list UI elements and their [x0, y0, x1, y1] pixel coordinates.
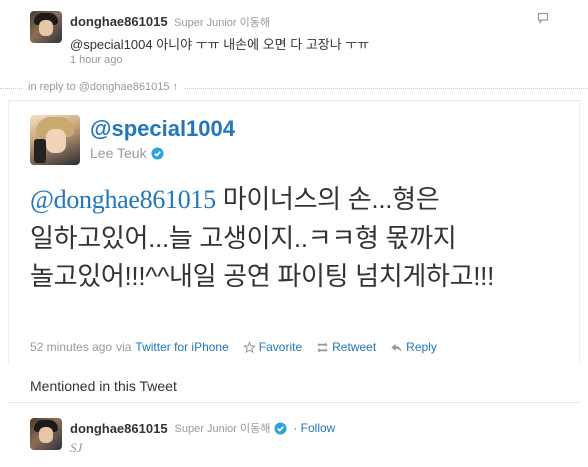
mention-link[interactable]: @donghae861015 [30, 185, 216, 214]
full-name: Super Junior 이동해 [174, 423, 271, 435]
main-screen-name[interactable]: @special1004 [90, 116, 235, 142]
avatar[interactable] [30, 115, 80, 165]
full-name: Super Junior 이동해 [174, 17, 270, 29]
comment-icon[interactable] [537, 12, 549, 24]
follow-button[interactable]: · Follow [293, 421, 335, 435]
retweet-icon [317, 341, 328, 353]
in-reply-to-link[interactable]: in reply to @donghae861015 ↑ [22, 81, 184, 93]
reply-tweet-text: @special1004 아니야 ㅜㅠ 내손에 오면 다 고장나 ㅜㅠ [70, 37, 370, 52]
mentioned-heading: Mentioned in this Tweet [30, 378, 177, 394]
main-full-name-row: Lee Teuk [90, 145, 164, 161]
tweet-timestamp[interactable]: 52 minutes ago [30, 340, 112, 354]
verified-icon [274, 421, 287, 435]
favorite-label: Favorite [258, 340, 303, 354]
avatar[interactable] [30, 418, 62, 450]
mentioned-user-line: donghae861015 Super Junior 이동해 · Follow [70, 420, 335, 436]
full-name: Lee Teuk [90, 145, 147, 161]
retweet-button[interactable]: Retweet [316, 340, 376, 354]
reply-button[interactable]: Reply [390, 340, 437, 354]
screen-name[interactable]: donghae861015 [70, 421, 168, 436]
tweet-text: @donghae861015 마이너스의 손...형은 일하고있어...늘 고생… [30, 180, 560, 295]
user-bio: SJ [70, 440, 83, 455]
tweet-meta: 52 minutes ago via Twitter for iPhone Fa… [30, 340, 437, 354]
favorite-button[interactable]: Favorite [242, 340, 303, 354]
favorite-icon [242, 340, 256, 353]
main-tweet: @special1004 Lee Teuk @donghae861015 마이너… [0, 100, 588, 370]
via-label: via [116, 340, 132, 354]
verified-icon [151, 146, 164, 160]
mentioned-user-row: donghae861015 Super Junior 이동해 · Follow … [0, 410, 588, 467]
divider [8, 402, 580, 403]
reply-icon [391, 343, 402, 352]
reply-tweet-timestamp[interactable]: 1 hour ago [70, 54, 123, 66]
reply-tweet: donghae861015 Super Junior 이동해 @special1… [0, 0, 588, 78]
screen-name[interactable]: donghae861015 [70, 14, 168, 29]
in-reply-to-row: in reply to @donghae861015 ↑ [0, 80, 588, 98]
reply-label: Reply [406, 340, 437, 354]
reply-tweet-user: donghae861015 Super Junior 이동해 [70, 14, 270, 30]
tweet-source-link[interactable]: Twitter for iPhone [135, 340, 228, 354]
retweet-label: Retweet [332, 340, 377, 354]
avatar[interactable] [30, 11, 62, 43]
